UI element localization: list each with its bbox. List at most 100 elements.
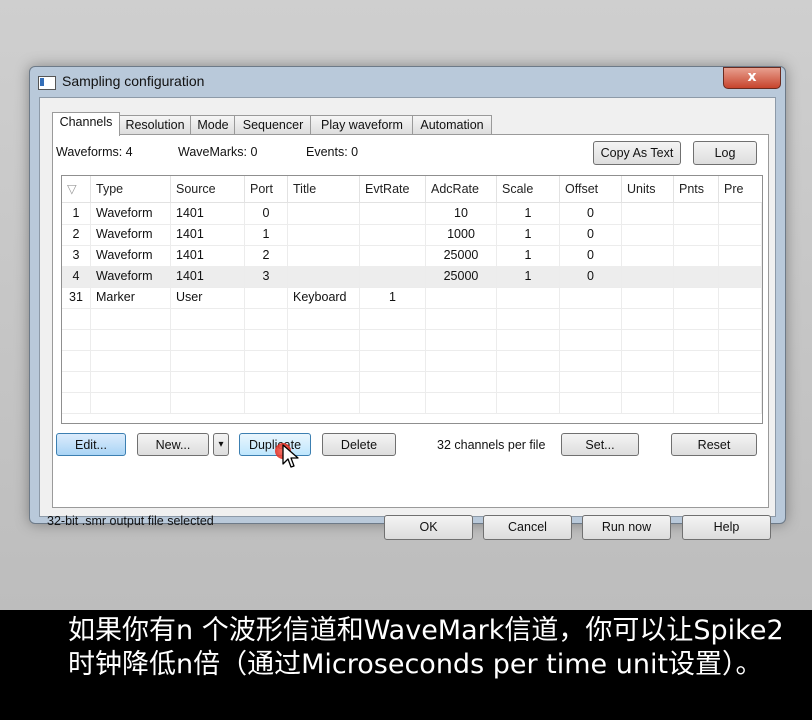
cell-pre xyxy=(719,350,762,371)
cell-title xyxy=(288,224,360,245)
cell-port xyxy=(245,287,288,308)
cell-pre xyxy=(719,371,762,392)
cell-type xyxy=(91,371,171,392)
cell-pre xyxy=(719,245,762,266)
reset-button[interactable]: Reset xyxy=(671,433,757,456)
table-row[interactable]: 31 Marker User Keyboard 1 xyxy=(62,287,762,309)
cell-source: 1401 xyxy=(171,245,245,266)
subtitle-text: 如果你有n 个波形信道和WaveMark信道，你可以让Spike2时钟降低n倍（… xyxy=(68,615,784,680)
log-button[interactable]: Log xyxy=(693,141,757,165)
wavemarks-count: WaveMarks: 0 xyxy=(178,145,258,159)
cell-evtrate xyxy=(360,308,426,329)
cell-offset: 0 xyxy=(560,266,622,287)
new-dropdown-button[interactable]: ▾ xyxy=(213,433,229,456)
tab-mode[interactable]: Mode xyxy=(190,115,236,135)
channel-table[interactable]: ▽ Type Source Port Title EvtRate AdcRate… xyxy=(61,175,763,424)
app-icon xyxy=(38,76,56,90)
col-pnts[interactable]: Pnts xyxy=(674,176,719,202)
edit-button[interactable]: Edit... xyxy=(56,433,126,456)
table-row[interactable] xyxy=(62,308,762,330)
col-scale[interactable]: Scale xyxy=(497,176,560,202)
tab-resolution[interactable]: Resolution xyxy=(118,115,192,135)
cell-scale: 1 xyxy=(497,203,560,224)
cell-num xyxy=(62,392,91,413)
cell-units xyxy=(622,203,674,224)
tab-channels[interactable]: Channels xyxy=(52,112,120,136)
cell-port xyxy=(245,329,288,350)
cell-type xyxy=(91,308,171,329)
help-button[interactable]: Help xyxy=(682,515,771,540)
cell-type: Waveform xyxy=(91,224,171,245)
cell-offset xyxy=(560,350,622,371)
delete-button[interactable]: Delete xyxy=(322,433,396,456)
run-now-button[interactable]: Run now xyxy=(582,515,671,540)
table-row[interactable] xyxy=(62,392,762,414)
sampling-configuration-dialog: Sampling configuration x Channels Resolu… xyxy=(29,66,786,540)
cell-source xyxy=(171,308,245,329)
cell-pnts xyxy=(674,308,719,329)
table-row[interactable]: 1 Waveform 1401 0 10 1 0 xyxy=(62,203,762,225)
cell-evtrate xyxy=(360,329,426,350)
dialog-client: Channels Resolution Mode Sequencer Play … xyxy=(39,97,776,540)
cell-adcrate: 1000 xyxy=(426,224,497,245)
cell-offset xyxy=(560,329,622,350)
cell-title xyxy=(288,371,360,392)
cell-port: 3 xyxy=(245,266,288,287)
ok-button[interactable]: OK xyxy=(384,515,473,540)
tab-automation[interactable]: Automation xyxy=(412,115,492,135)
cell-adcrate: 25000 xyxy=(426,245,497,266)
new-button[interactable]: New... xyxy=(137,433,209,456)
col-units[interactable]: Units xyxy=(622,176,674,202)
cell-port xyxy=(245,350,288,371)
cell-num xyxy=(62,308,91,329)
col-source[interactable]: Source xyxy=(171,176,245,202)
table-row[interactable]: 4 Waveform 1401 3 25000 1 0 xyxy=(62,266,762,288)
cell-scale xyxy=(497,287,560,308)
cell-adcrate: 10 xyxy=(426,203,497,224)
mouse-pointer-icon xyxy=(282,444,299,468)
cell-pnts xyxy=(674,371,719,392)
cell-type xyxy=(91,350,171,371)
cell-evtrate xyxy=(360,371,426,392)
cell-pnts xyxy=(674,266,719,287)
col-pre[interactable]: Pre xyxy=(719,176,762,202)
cell-units xyxy=(622,392,674,413)
cell-scale: 1 xyxy=(497,245,560,266)
cell-port: 1 xyxy=(245,224,288,245)
cell-units xyxy=(622,308,674,329)
cell-port: 2 xyxy=(245,245,288,266)
set-button[interactable]: Set... xyxy=(561,433,639,456)
col-adcrate[interactable]: AdcRate xyxy=(426,176,497,202)
table-row[interactable]: 3 Waveform 1401 2 25000 1 0 xyxy=(62,245,762,267)
cell-pre xyxy=(719,287,762,308)
cell-evtrate xyxy=(360,392,426,413)
cell-offset: 0 xyxy=(560,245,622,266)
col-evtrate[interactable]: EvtRate xyxy=(360,176,426,202)
cell-num xyxy=(62,350,91,371)
table-row[interactable] xyxy=(62,371,762,393)
tab-play-waveform[interactable]: Play waveform xyxy=(310,115,414,135)
cell-scale: 1 xyxy=(497,224,560,245)
cell-offset: 0 xyxy=(560,203,622,224)
cell-title xyxy=(288,308,360,329)
tab-sequencer[interactable]: Sequencer xyxy=(234,115,312,135)
col-title[interactable]: Title xyxy=(288,176,360,202)
cell-title: Keyboard xyxy=(288,287,360,308)
table-row[interactable] xyxy=(62,329,762,351)
col-port[interactable]: Port xyxy=(245,176,288,202)
cancel-button[interactable]: Cancel xyxy=(483,515,572,540)
table-row[interactable] xyxy=(62,350,762,372)
col-offset[interactable]: Offset xyxy=(560,176,622,202)
table-row[interactable]: 2 Waveform 1401 1 1000 1 0 xyxy=(62,224,762,246)
cell-num: 1 xyxy=(62,203,91,224)
cell-source: 1401 xyxy=(171,266,245,287)
cell-evtrate xyxy=(360,266,426,287)
cell-num xyxy=(62,329,91,350)
sort-icon[interactable]: ▽ xyxy=(62,176,91,202)
cell-source: 1401 xyxy=(171,203,245,224)
close-button[interactable]: x xyxy=(723,67,781,89)
col-type[interactable]: Type xyxy=(91,176,171,202)
copy-as-text-button[interactable]: Copy As Text xyxy=(593,141,681,165)
cell-title xyxy=(288,350,360,371)
title-bar[interactable]: Sampling configuration x xyxy=(30,67,785,97)
